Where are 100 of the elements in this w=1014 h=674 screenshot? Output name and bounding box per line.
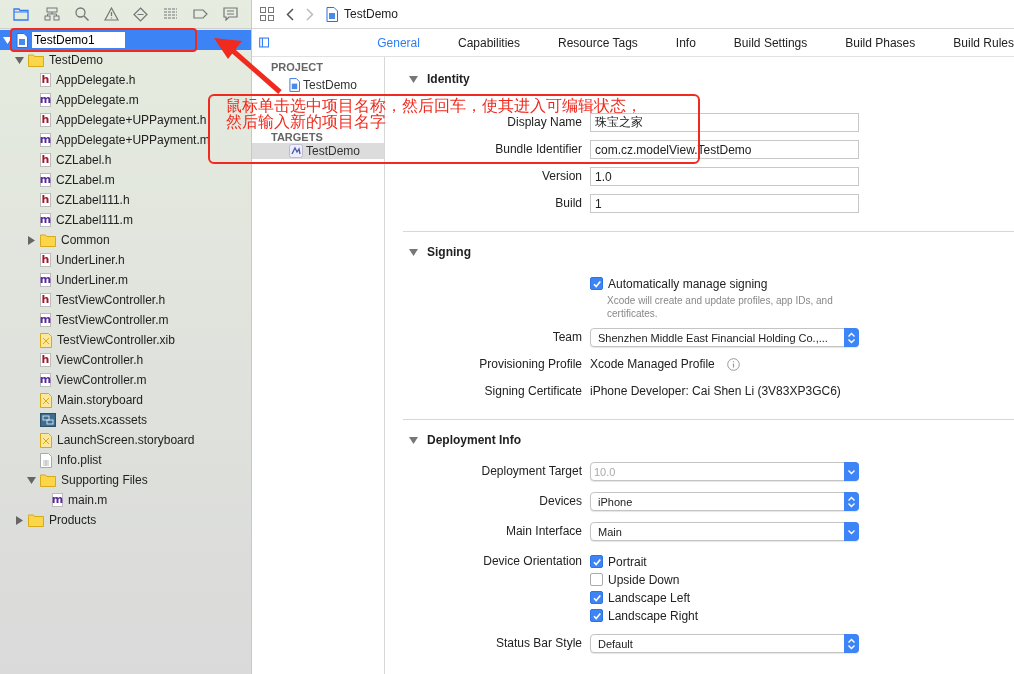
navigator-item[interactable]: AppDelegate+UPPayment.m xyxy=(55,133,210,147)
popup-button[interactable]: Shenzhen Middle East Financial Holding Co.,... xyxy=(590,328,859,347)
field-label: Devices xyxy=(539,494,582,508)
tab[interactable]: Resource Tags xyxy=(558,35,638,50)
diamond-icon[interactable] xyxy=(133,6,149,22)
breadcrumb-item[interactable]: TestDemo xyxy=(344,7,399,21)
expanded-triangle-icon[interactable] xyxy=(409,74,418,84)
popup-button[interactable]: Main xyxy=(590,522,859,541)
rename-field[interactable]: TestDemo1 xyxy=(32,32,125,48)
expanded-triangle-icon[interactable] xyxy=(409,247,418,257)
tab[interactable]: Info xyxy=(675,35,696,50)
field-label: Deployment Target xyxy=(481,464,582,478)
text-field[interactable]: 1 xyxy=(590,194,859,213)
navigator-item[interactable]: main.m xyxy=(67,493,108,507)
up-down-arrows-icon[interactable] xyxy=(844,634,859,653)
expanded-triangle-icon[interactable] xyxy=(14,55,24,65)
navigator-item[interactable]: Supporting Files xyxy=(60,473,148,487)
navigator-item[interactable]: CZLabel111.m xyxy=(55,213,133,227)
checkbox[interactable] xyxy=(590,609,603,622)
tab[interactable]: Build Settings xyxy=(733,35,808,50)
navigator-item[interactable]: Products xyxy=(48,513,97,527)
navigator-item[interactable]: Assets.xcassets xyxy=(60,413,148,427)
navigator-item[interactable]: AppDelegate.h xyxy=(55,73,136,87)
target-list-item[interactable]: TestDemo xyxy=(252,76,384,94)
checkbox-label[interactable]: Portrait xyxy=(608,554,647,569)
field-label: Build xyxy=(555,196,582,210)
navigator-item[interactable]: TestViewController.m xyxy=(55,313,169,327)
navigator-item[interactable]: Info.plist xyxy=(56,453,102,467)
field-label: Signing Certificate xyxy=(484,384,582,398)
source-file-icon: h xyxy=(40,73,51,87)
forward-icon[interactable] xyxy=(306,7,314,21)
navigator-item[interactable]: ViewController.m xyxy=(55,373,147,387)
project-file-icon xyxy=(326,6,338,22)
field-label: Device Orientation xyxy=(483,554,582,568)
tab[interactable]: Build Rules xyxy=(953,35,1014,50)
field-label: Version xyxy=(541,169,582,183)
checkbox[interactable] xyxy=(590,591,603,604)
annotation-text: 然后输入新的项目名字 xyxy=(226,114,386,130)
checkbox-label[interactable]: Automatically manage signing xyxy=(608,276,768,291)
text-field[interactable]: 珠宝之家 xyxy=(590,113,859,132)
checkbox-label[interactable]: Upside Down xyxy=(608,572,680,587)
tag-icon[interactable] xyxy=(192,9,208,19)
folder-icon xyxy=(40,233,56,247)
checkbox-label[interactable]: Landscape Left xyxy=(608,590,691,605)
info-icon[interactable] xyxy=(726,358,740,371)
value-text: iPhone Developer: Cai Shen Li (3V83XP3GC6) xyxy=(590,383,841,400)
source-file-icon: h xyxy=(40,293,51,307)
checkbox[interactable] xyxy=(590,277,603,290)
collapsed-triangle-icon[interactable] xyxy=(14,515,24,525)
hierarchy-icon[interactable] xyxy=(44,7,61,21)
field-label: Bundle Identifier xyxy=(495,142,582,156)
navigator-item[interactable]: AppDelegate.m xyxy=(55,93,139,107)
tab[interactable]: Capabilities xyxy=(457,35,520,50)
app-icon xyxy=(289,144,303,158)
chevron-down-icon[interactable] xyxy=(844,522,859,541)
checkbox[interactable] xyxy=(590,573,603,586)
source-file-icon: h xyxy=(40,193,51,207)
grid-icon[interactable] xyxy=(260,7,274,21)
navigator-item[interactable]: TestViewController.h xyxy=(55,293,166,307)
text-field[interactable]: 1.0 xyxy=(590,167,859,186)
popup-button[interactable]: Default xyxy=(590,634,859,653)
navigator-item[interactable]: Main.storyboard xyxy=(56,393,144,407)
search-icon[interactable] xyxy=(74,7,89,21)
navigator-item[interactable]: CZLabel.m xyxy=(55,173,115,187)
field-label: Display Name xyxy=(507,115,582,129)
collapsed-triangle-icon[interactable] xyxy=(26,235,36,245)
warning-icon[interactable] xyxy=(103,7,119,21)
navigator-item[interactable]: CZLabel111.h xyxy=(55,193,130,207)
target-list-item[interactable]: TestDemo xyxy=(252,143,384,159)
navigator-item[interactable]: TestViewController.xib xyxy=(56,333,175,347)
navigator-item[interactable]: TestDemo xyxy=(48,53,104,67)
up-down-arrows-icon[interactable] xyxy=(844,328,859,347)
interface-file-icon xyxy=(40,332,52,348)
navigator-item[interactable]: UnderLiner.h xyxy=(55,253,125,267)
navigator-item[interactable]: AppDelegate+UPPayment.h xyxy=(55,113,207,127)
comment-icon[interactable] xyxy=(222,7,238,21)
expanded-triangle-icon[interactable] xyxy=(26,475,36,485)
field-label: Main Interface xyxy=(505,524,582,538)
checkbox-label[interactable]: Landscape Right xyxy=(608,608,699,623)
expanded-triangle-icon[interactable] xyxy=(409,435,418,445)
folder-icon[interactable] xyxy=(13,7,30,21)
checkbox[interactable] xyxy=(590,555,603,568)
plist-file-icon xyxy=(40,452,52,468)
source-file-icon: h xyxy=(40,253,51,267)
annotation-text: 鼠标单击选中项目名称，然后回车，使其进入可编辑状态， xyxy=(226,98,642,114)
tab[interactable]: General xyxy=(377,35,420,50)
navigator-item[interactable]: LaunchScreen.storyboard xyxy=(56,433,195,447)
navigator-item[interactable]: ViewController.h xyxy=(55,353,144,367)
navigator-item[interactable]: CZLabel.h xyxy=(55,153,112,167)
field-label: Team xyxy=(552,330,582,344)
navigator-item[interactable]: UnderLiner.m xyxy=(55,273,129,287)
sidebar-toggle-icon[interactable] xyxy=(259,35,270,50)
source-file-icon: h xyxy=(40,153,51,167)
source-file-icon: m xyxy=(40,373,51,387)
up-down-arrows-icon[interactable] xyxy=(844,492,859,511)
back-icon[interactable] xyxy=(286,7,294,21)
expanded-triangle-icon[interactable] xyxy=(2,35,12,45)
tab[interactable]: Build Phases xyxy=(845,35,916,50)
navigator-item[interactable]: Common xyxy=(60,233,110,247)
popup-button[interactable]: iPhone xyxy=(590,492,859,511)
